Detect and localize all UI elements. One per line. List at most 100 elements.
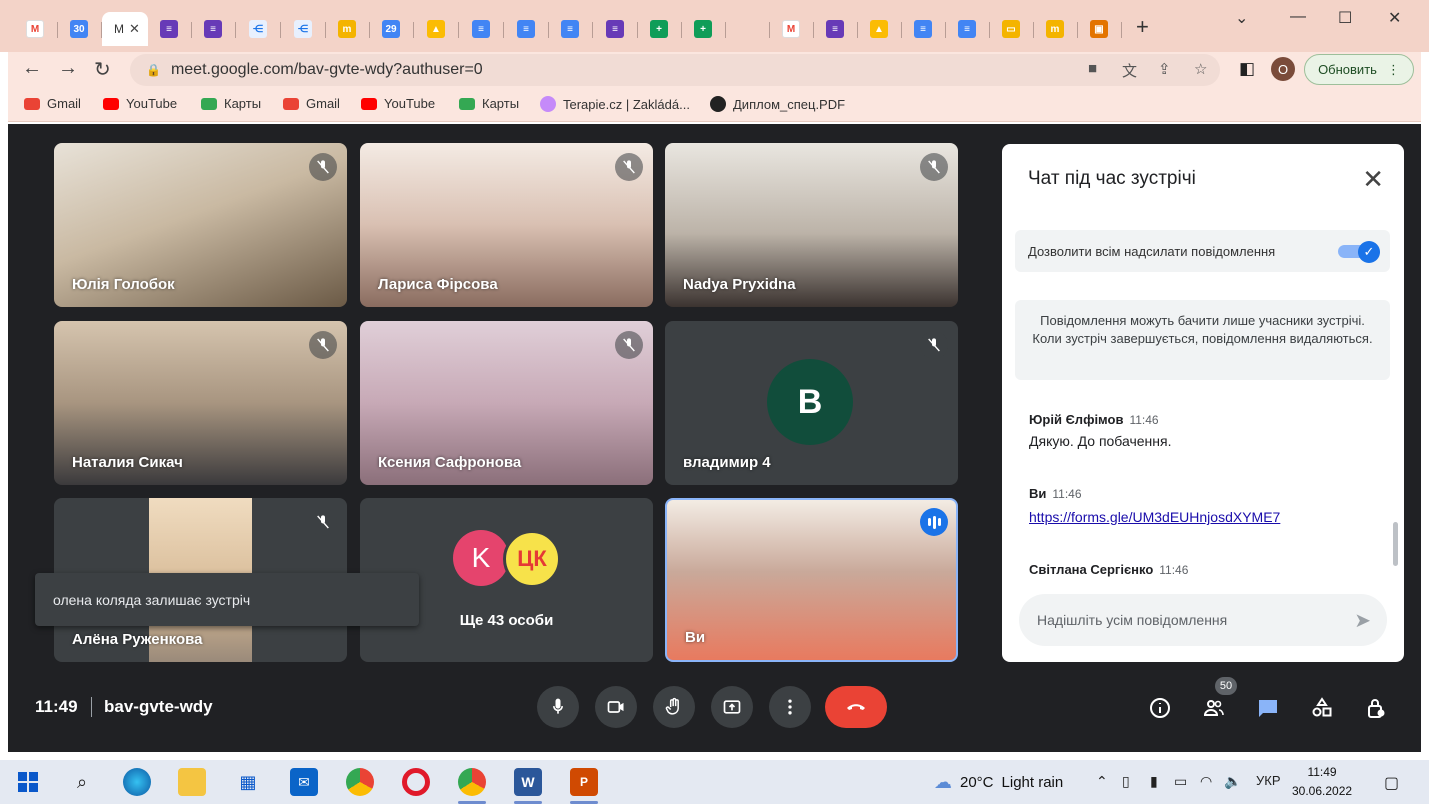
avatar: ЦК (503, 530, 561, 588)
activities-icon[interactable] (1308, 694, 1336, 722)
docs-icon: ≡ (561, 20, 579, 38)
people-icon[interactable] (1200, 694, 1228, 722)
send-icon[interactable]: ➤ (1354, 608, 1371, 633)
back-button[interactable]: ← (22, 57, 42, 80)
profile-avatar[interactable]: O (1271, 57, 1295, 81)
tab-search-chevron-icon[interactable]: ⌄ (1235, 8, 1248, 28)
tab-forms-4[interactable]: ≡ (814, 12, 858, 46)
store-icon[interactable]: ▦ (234, 768, 262, 796)
participant-tile[interactable]: B владимир 4 (665, 321, 958, 485)
bookmark-youtube[interactable]: YouTube (103, 96, 177, 111)
tab-forms-2[interactable]: ≡ (192, 12, 236, 46)
microphone-button[interactable] (537, 686, 579, 728)
end-call-button[interactable] (825, 686, 887, 728)
participant-tile[interactable]: Лариса Фірсова (360, 143, 653, 307)
maximize-button[interactable]: ☐ (1338, 8, 1352, 28)
windows-start-icon[interactable] (14, 768, 42, 796)
word-icon[interactable]: W (514, 768, 542, 796)
present-button[interactable] (711, 686, 753, 728)
chrome-active-icon[interactable] (458, 768, 486, 796)
allow-messages-toggle[interactable]: ✓ (1338, 241, 1380, 263)
bookmark-terapie[interactable]: Terapie.cz | Zakládá... (540, 96, 690, 112)
tray-app-icon[interactable]: ▯ (1122, 773, 1130, 790)
chevron-up-icon[interactable]: ⌃ (1096, 773, 1108, 790)
tab-docs-4[interactable]: ≡ (902, 12, 946, 46)
participant-name: Алёна Руженкова (72, 631, 203, 648)
tab-docs-1[interactable]: ≡ (460, 12, 504, 46)
share-page-icon[interactable]: ⇪ (1158, 60, 1171, 78)
host-controls-lock-icon[interactable] (1362, 694, 1390, 722)
powerpoint-icon[interactable]: P (570, 768, 598, 796)
language-indicator[interactable]: УКР (1256, 773, 1281, 788)
tab-docs-5[interactable]: ≡ (946, 12, 990, 46)
tab-calendar-2[interactable]: 29 (370, 12, 414, 46)
search-icon[interactable]: ⌕ (68, 768, 96, 796)
chrome-icon[interactable] (346, 768, 374, 796)
chat-scrollbar[interactable] (1393, 522, 1398, 566)
bookmark-maps[interactable]: Карты (201, 96, 261, 111)
mail-icon[interactable]: ✉ (290, 768, 318, 796)
tab-gmail-2[interactable]: M (770, 12, 814, 46)
participant-tile[interactable]: Наталия Сикач (54, 321, 347, 485)
bookmark-youtube-2[interactable]: YouTube (361, 96, 435, 111)
forward-button[interactable]: → (58, 57, 78, 80)
notifications-icon[interactable]: ▢ (1384, 773, 1399, 793)
bookmark-gmail-2[interactable]: Gmail (283, 96, 340, 111)
docs-icon: ≡ (472, 20, 490, 38)
edge-icon[interactable] (123, 768, 151, 796)
opera-icon[interactable] (402, 768, 430, 796)
tab-share-2[interactable]: ⋲ (282, 12, 326, 46)
tab-docs-2[interactable]: ≡ (505, 12, 549, 46)
side-panel-icon[interactable]: ◧ (1239, 59, 1255, 79)
sheets-icon: + (650, 20, 668, 38)
bookmark-maps-2[interactable]: Карты (459, 96, 519, 111)
bookmark-diploma[interactable]: Диплом_спец.PDF (710, 96, 845, 112)
tab-site-2[interactable]: m (1034, 12, 1078, 46)
raise-hand-button[interactable] (653, 686, 695, 728)
battery-icon[interactable]: ▭ (1174, 773, 1187, 790)
chat-input[interactable]: Надішліть усім повідомлення ➤ (1019, 594, 1387, 646)
address-bar[interactable]: 🔒 meet.google.com/bav-gvte-wdy?authuser=… (130, 54, 1220, 86)
file-explorer-icon[interactable] (178, 768, 206, 796)
volume-icon[interactable]: 🔈 (1224, 773, 1241, 790)
tab-sheets-1[interactable]: + (638, 12, 682, 46)
tab-blank[interactable] (726, 12, 770, 46)
new-tab-button[interactable]: + (1136, 14, 1149, 40)
translate-icon[interactable]: 文 (1122, 60, 1137, 81)
tab-calendar[interactable]: 30 (58, 12, 102, 46)
tab-drive-2[interactable]: ▲ (858, 12, 902, 46)
tab-site[interactable]: m (326, 12, 370, 46)
self-tile[interactable]: Ви (665, 498, 958, 662)
update-button[interactable]: Обновить ⋮ (1304, 54, 1414, 85)
tab-slides[interactable]: ▭ (990, 12, 1034, 46)
more-options-button[interactable] (769, 686, 811, 728)
weather-widget[interactable]: ☁ 20°C Light rain (934, 772, 1063, 793)
reload-button[interactable]: ↻ (94, 57, 111, 82)
tab-forms-1[interactable]: ≡ (148, 12, 192, 46)
usb-icon[interactable]: ▮ (1150, 773, 1158, 790)
taskbar-clock[interactable]: 11:49 30.06.2022 (1292, 763, 1352, 801)
bookmark-gmail[interactable]: Gmail (24, 96, 81, 111)
camera-icon[interactable]: ■ (1088, 60, 1097, 77)
tab-docs-3[interactable]: ≡ (549, 12, 593, 46)
bookmark-star-icon[interactable]: ☆ (1194, 60, 1207, 78)
chat-icon[interactable] (1254, 694, 1282, 722)
participant-tile[interactable]: Nadya Pryxidna (665, 143, 958, 307)
participant-tile[interactable]: Юлія Голобок (54, 143, 347, 307)
tab-close-icon[interactable]: ✕ (129, 21, 140, 37)
tab-gmail[interactable]: M (14, 12, 58, 46)
tab-app[interactable]: ▣ (1078, 12, 1122, 46)
tab-drive[interactable]: ▲ (415, 12, 459, 46)
wifi-icon[interactable]: ◠ (1200, 773, 1212, 790)
tab-meet-active[interactable]: M ✕ (102, 12, 148, 46)
close-window-button[interactable]: ✕ (1388, 8, 1401, 28)
participant-tile[interactable]: Ксения Сафронова (360, 321, 653, 485)
meeting-info-icon[interactable] (1146, 694, 1174, 722)
camera-button[interactable] (595, 686, 637, 728)
tab-forms-3[interactable]: ≡ (594, 12, 638, 46)
close-icon[interactable]: ✕ (1362, 164, 1384, 195)
form-link[interactable]: https://forms.gle/UM3dEUHnjosdXYME7 (1029, 509, 1280, 525)
tab-sheets-2[interactable]: + (682, 12, 726, 46)
tab-share-1[interactable]: ⋲ (237, 12, 281, 46)
minimize-button[interactable]: — (1290, 8, 1306, 26)
